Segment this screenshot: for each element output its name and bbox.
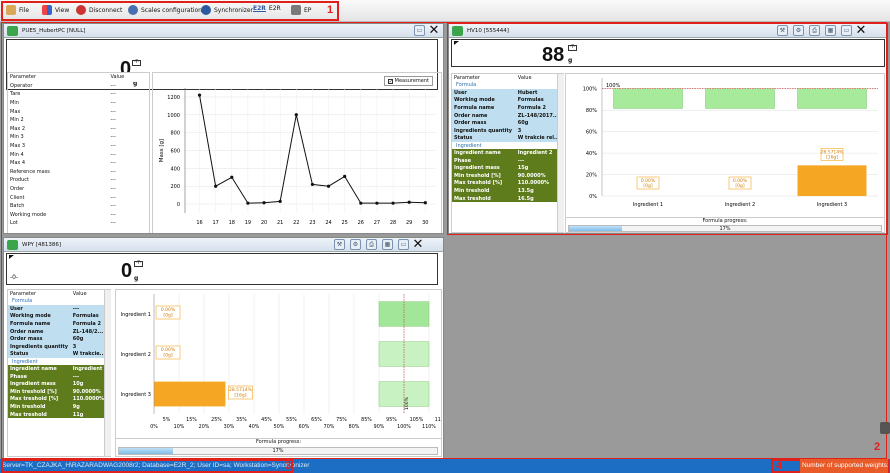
marker-2: 2 <box>874 441 881 453</box>
status-highlight-3 <box>1 459 293 473</box>
panel2-highlight <box>447 23 888 235</box>
marker-1: 1 <box>327 4 334 16</box>
toolbar-highlight <box>1 1 339 21</box>
marker-3: 3 <box>285 460 292 472</box>
side-tab[interactable] <box>880 422 890 434</box>
supported-weights-badge: Number of supported weights13 <box>800 459 888 473</box>
marker-4: 4 <box>776 460 783 472</box>
